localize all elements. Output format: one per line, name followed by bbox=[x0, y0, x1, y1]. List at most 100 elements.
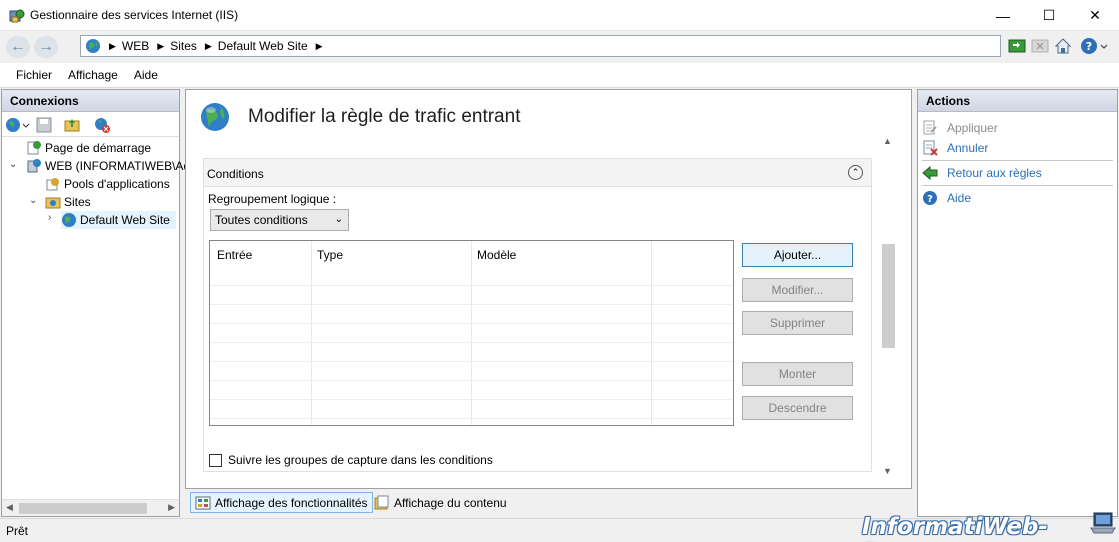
home-icon[interactable] bbox=[1054, 37, 1072, 55]
logical-grouping-select[interactable]: Toutes conditions ⌄ bbox=[210, 209, 349, 231]
breadcrumb-separator: ▶ bbox=[157, 40, 165, 51]
cancel-icon bbox=[923, 140, 938, 156]
start-page-icon bbox=[27, 141, 41, 155]
connections-horizontal-scrollbar[interactable]: ◀ ▶ bbox=[2, 499, 179, 516]
scrollbar-thumb[interactable] bbox=[19, 503, 147, 514]
action-label: Aide bbox=[947, 191, 972, 205]
apply-action[interactable]: Appliquer bbox=[922, 119, 998, 137]
actions-divider bbox=[922, 160, 1113, 161]
maximize-button[interactable]: ☐ bbox=[1026, 0, 1072, 31]
menu-help[interactable]: Aide bbox=[126, 68, 166, 82]
stop-icon[interactable] bbox=[1031, 37, 1049, 55]
remove-button[interactable]: Supprimer bbox=[742, 311, 853, 335]
menu-view[interactable]: Affichage bbox=[60, 68, 126, 82]
breadcrumb[interactable]: ▶ WEB ▶ Sites ▶ Default Web Site ▶ bbox=[80, 35, 1001, 57]
track-capture-groups-option[interactable]: Suivre les groupes de capture dans les c… bbox=[209, 453, 493, 467]
breadcrumb-item-default-web-site[interactable]: Default Web Site bbox=[218, 39, 308, 53]
column-header-pattern[interactable]: Modèle bbox=[477, 248, 516, 262]
watermark-text: InformatiWeb-Pro.net bbox=[862, 514, 1048, 542]
folder-sites-icon bbox=[45, 197, 61, 209]
tree-item-sites[interactable]: Sites bbox=[45, 193, 91, 211]
refresh-icon[interactable] bbox=[1008, 37, 1026, 55]
tab-features-view[interactable]: Affichage des fonctionnalités bbox=[190, 492, 373, 513]
action-label: Appliquer bbox=[947, 121, 998, 135]
tree-item-start-page[interactable]: Page de démarrage bbox=[26, 139, 151, 157]
back-arrow-icon bbox=[922, 165, 938, 181]
actions-header: Actions bbox=[918, 90, 1117, 112]
view-switcher: Affichage des fonctionnalités Affichage … bbox=[185, 491, 912, 515]
svg-text:?: ? bbox=[927, 194, 933, 205]
scroll-left-icon[interactable]: ◀ bbox=[6, 502, 13, 513]
conditions-section-header[interactable]: Conditions ⌃ bbox=[204, 159, 871, 187]
breadcrumb-separator: ▶ bbox=[315, 40, 323, 51]
minimize-button[interactable]: — bbox=[980, 0, 1026, 31]
page-globe-icon bbox=[201, 103, 229, 131]
tree-expander-icon[interactable]: ⌄ bbox=[9, 159, 17, 170]
edit-button[interactable]: Modifier... bbox=[742, 278, 853, 302]
up-folder-icon[interactable] bbox=[64, 117, 80, 133]
tab-label: Affichage du contenu bbox=[394, 495, 507, 510]
close-button[interactable]: ✕ bbox=[1072, 0, 1118, 31]
tree-label: WEB (INFORMATIWEB\Ad bbox=[45, 159, 191, 173]
help-icon: ? bbox=[923, 191, 937, 205]
tab-content-view[interactable]: Affichage du contenu bbox=[370, 492, 511, 513]
connections-toolbar bbox=[2, 113, 179, 137]
tree-expander-icon[interactable]: ⌄ bbox=[29, 195, 37, 206]
move-up-button[interactable]: Monter bbox=[742, 362, 853, 386]
forward-button[interactable]: → bbox=[34, 36, 58, 58]
breadcrumb-separator: ▶ bbox=[109, 40, 116, 51]
connect-dropdown-icon[interactable] bbox=[22, 117, 30, 133]
apply-icon bbox=[923, 120, 937, 135]
globe-icon bbox=[86, 39, 100, 53]
breadcrumb-item-sites[interactable]: Sites bbox=[170, 39, 197, 53]
move-down-button[interactable]: Descendre bbox=[742, 396, 853, 420]
track-capture-groups-checkbox[interactable] bbox=[209, 453, 222, 467]
back-to-rules-action[interactable]: Retour aux règles bbox=[922, 164, 1042, 182]
watermark-laptop-icon bbox=[1090, 512, 1116, 534]
add-button[interactable]: Ajouter... bbox=[742, 243, 853, 267]
actions-panel: Actions Appliquer Annuler Retour aux règ… bbox=[917, 89, 1118, 517]
title-bar: Gestionnaire des services Internet (IIS)… bbox=[0, 0, 1119, 31]
cancel-action[interactable]: Annuler bbox=[922, 139, 988, 157]
help-action[interactable]: ? Aide bbox=[922, 189, 971, 207]
breadcrumb-item-web[interactable]: WEB bbox=[122, 39, 149, 53]
column-header-type[interactable]: Type bbox=[317, 248, 343, 262]
menu-file[interactable]: Fichier bbox=[8, 68, 60, 82]
save-icon[interactable] bbox=[36, 117, 52, 133]
tree-item-app-pools[interactable]: Pools d'applications bbox=[45, 175, 170, 193]
row-divider bbox=[210, 285, 733, 286]
row-divider bbox=[210, 304, 733, 305]
tree-expander-icon[interactable]: › bbox=[48, 212, 51, 223]
column-header-input[interactable]: Entrée bbox=[217, 248, 252, 262]
scrollbar-thumb[interactable] bbox=[882, 244, 895, 348]
scroll-down-icon[interactable]: ▼ bbox=[883, 466, 892, 476]
tab-label: Affichage des fonctionnalités bbox=[215, 495, 368, 510]
help-dropdown-icon[interactable] bbox=[1099, 37, 1109, 55]
help-icon[interactable]: ? bbox=[1080, 37, 1098, 55]
row-divider bbox=[210, 380, 733, 381]
scroll-right-icon[interactable]: ▶ bbox=[168, 502, 175, 513]
scroll-up-icon[interactable]: ▲ bbox=[883, 136, 892, 146]
back-button[interactable]: ← bbox=[6, 36, 30, 58]
content-view-icon bbox=[374, 495, 389, 509]
tree-label: Pools d'applications bbox=[64, 177, 170, 191]
breadcrumb-separator: ▶ bbox=[204, 40, 212, 51]
action-label: Annuler bbox=[947, 141, 989, 155]
main-vertical-scrollbar[interactable]: ▲ ▼ bbox=[880, 136, 897, 476]
disconnect-icon[interactable] bbox=[94, 117, 110, 133]
tree-label: Page de démarrage bbox=[45, 141, 152, 155]
tree-item-server[interactable]: WEB (INFORMATIWEB\Ad bbox=[26, 157, 190, 175]
actions-divider bbox=[922, 185, 1113, 186]
row-divider bbox=[210, 342, 733, 343]
section-title: Conditions bbox=[207, 167, 264, 181]
window-title: Gestionnaire des services Internet (IIS) bbox=[30, 8, 239, 22]
action-label: Retour aux règles bbox=[947, 166, 1042, 180]
connect-globe-icon[interactable] bbox=[5, 117, 21, 133]
tree-item-default-web-site[interactable]: Default Web Site bbox=[61, 211, 176, 229]
conditions-table[interactable]: Entrée Type Modèle bbox=[209, 240, 734, 426]
app-pool-icon bbox=[46, 178, 59, 191]
row-divider bbox=[210, 323, 733, 324]
collapse-chevron-up-icon[interactable]: ⌃ bbox=[848, 165, 863, 180]
connections-panel: Connexions Page de démarrage ⌄ WEB (INFO… bbox=[1, 89, 190, 517]
address-bar: ← → ▶ WEB ▶ Sites ▶ Default Web Site ▶ ? bbox=[0, 31, 1119, 63]
